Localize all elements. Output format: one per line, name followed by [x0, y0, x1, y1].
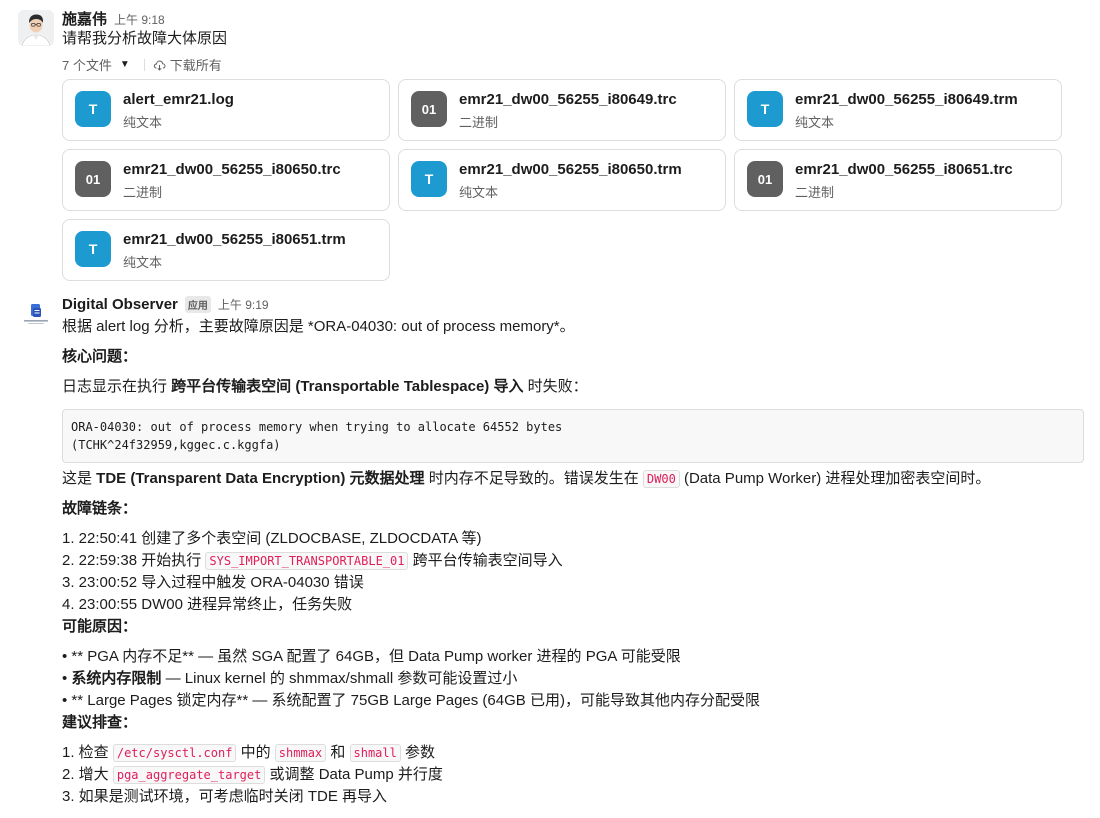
- bullet-item: • 系统内存限制 — Linux kernel 的 shmmax/shmall …: [62, 668, 517, 690]
- file-card[interactable]: 01 emr21_dw00_56255_i80650.trc 二进制: [62, 149, 390, 211]
- list-item: 4. 23:00:55 DW00 进程异常终止，任务失败: [62, 596, 353, 613]
- message-text: 请帮我分析故障大体原因: [62, 30, 228, 47]
- text-span: 或调整 Data Pump 并行度: [265, 766, 443, 783]
- intro-text: 根据 alert log 分析，主要故障原因是 *ORA-04030: out …: [62, 318, 575, 335]
- inline-code: shmall: [349, 744, 401, 762]
- download-all-link[interactable]: 下载所有: [170, 55, 222, 74]
- list-item: 2. 增大 pga_aggregate_target 或调整 Data Pump…: [62, 764, 443, 786]
- text-span: 跨平台传输表空间导入: [408, 552, 563, 569]
- text-file-icon: T: [747, 91, 783, 127]
- heading-failure-chain: 故障链条：: [62, 500, 138, 517]
- caret-down-icon[interactable]: ▼: [120, 59, 130, 70]
- file-type: 纯文本: [123, 255, 163, 270]
- text-span: 1. 检查: [62, 744, 113, 761]
- timestamp[interactable]: 上午 9:19: [218, 296, 269, 313]
- binary-file-icon: 01: [411, 91, 447, 127]
- text-span: — Linux kernel 的 shmmax/shmall 参数可能设置过小: [161, 670, 518, 687]
- files-count[interactable]: 7 个文件: [62, 55, 112, 74]
- app-avatar[interactable]: [18, 298, 54, 334]
- text-span: 2. 增大: [62, 766, 113, 783]
- file-card[interactable]: T emr21_dw00_56255_i80649.trm 纯文本: [734, 79, 1062, 141]
- heading-possible-causes: 可能原因：: [62, 618, 138, 635]
- file-card[interactable]: 01 emr21_dw00_56255_i80651.trc 二进制: [734, 149, 1062, 211]
- list-item: 3. 23:00:52 导入过程中触发 ORA-04030 错误: [62, 574, 364, 591]
- user-avatar[interactable]: [18, 10, 54, 46]
- file-name: emr21_dw00_56255_i80651.trm: [123, 231, 346, 248]
- text-span: 时内存不足导致的。错误发生在: [424, 470, 643, 487]
- app-badge: 应用: [184, 296, 211, 313]
- inline-code: SYS_IMPORT_TRANSPORTABLE_01: [205, 552, 409, 570]
- file-name: emr21_dw00_56255_i80651.trc: [795, 161, 1013, 178]
- inline-code: DW00: [642, 470, 680, 488]
- bold-span: TDE (Transparent Data Encryption) 元数据处理: [96, 470, 425, 487]
- files-toolbar: 7 个文件 ▼ 下载所有: [62, 55, 222, 74]
- list-item: 1. 检查 /etc/sysctl.conf 中的 shmmax 和 shmal…: [62, 742, 435, 764]
- file-type: 二进制: [123, 185, 163, 200]
- bullet-item: • ** Large Pages 锁定内存** — 系统配置了 75GB Lar…: [62, 692, 760, 709]
- text-file-icon: T: [411, 161, 447, 197]
- code-line: (TCHK^24f32959,kggec.c.kggfa): [71, 438, 281, 452]
- binary-file-icon: 01: [75, 161, 111, 197]
- code-block: ORA-04030: out of process memory when tr…: [62, 409, 1084, 463]
- binary-file-icon: 01: [747, 161, 783, 197]
- file-card[interactable]: T emr21_dw00_56255_i80651.trm 纯文本: [62, 219, 390, 281]
- file-name: alert_emr21.log: [123, 91, 234, 108]
- file-type: 二进制: [459, 115, 499, 130]
- bullet-item: • ** PGA 内存不足** — 虽然 SGA 配置了 64GB，但 Data…: [62, 648, 681, 665]
- heading-core-issue: 核心问题：: [62, 348, 138, 365]
- text-span: 日志显示在执行: [62, 378, 172, 395]
- file-type: 纯文本: [459, 185, 499, 200]
- inline-code: shmmax: [274, 744, 327, 762]
- bold-span: 系统内存限制: [71, 670, 162, 687]
- text-span: 这是: [62, 470, 97, 487]
- file-type: 二进制: [795, 185, 835, 200]
- list-item: 2. 22:59:38 开始执行 SYS_IMPORT_TRANSPORTABL…: [62, 550, 563, 572]
- text-file-icon: T: [75, 231, 111, 267]
- cloud-download-icon[interactable]: [153, 59, 166, 71]
- bold-span: 跨平台传输表空间 (Transportable Tablespace) 导入: [171, 378, 524, 395]
- timestamp[interactable]: 上午 9:18: [114, 11, 165, 28]
- sender-name[interactable]: Digital Observer: [62, 296, 178, 313]
- heading-suggested-checks: 建议排查：: [62, 714, 138, 731]
- file-card[interactable]: T alert_emr21.log 纯文本: [62, 79, 390, 141]
- text-span: •: [62, 670, 72, 687]
- text-span: 和: [326, 744, 350, 761]
- text-span: 时失败：: [523, 378, 588, 395]
- text-file-icon: T: [75, 91, 111, 127]
- list-item: 1. 22:50:41 创建了多个表空间 (ZLDOCBASE, ZLDOCDA…: [62, 530, 482, 547]
- list-item: 3. 如果是测试环境，可考虑临时关闭 TDE 再导入: [62, 788, 388, 805]
- sender-name[interactable]: 施嘉伟: [62, 8, 107, 29]
- text-span: 参数: [400, 744, 436, 761]
- text-span: 2. 22:59:38 开始执行: [62, 552, 206, 569]
- inline-code: pga_aggregate_target: [112, 766, 266, 784]
- file-name: emr21_dw00_56255_i80649.trc: [459, 91, 677, 108]
- inline-code: /etc/sysctl.conf: [112, 744, 237, 762]
- core-issue-text: 日志显示在执行 跨平台传输表空间 (Transportable Tablespa…: [62, 376, 588, 398]
- tde-text: 这是 TDE (Transparent Data Encryption) 元数据…: [62, 468, 990, 490]
- text-span: (Data Pump Worker) 进程处理加密表空间时。: [679, 470, 991, 487]
- file-type: 纯文本: [123, 115, 163, 130]
- code-line: ORA-04030: out of process memory when tr…: [71, 420, 563, 434]
- file-name: emr21_dw00_56255_i80650.trc: [123, 161, 341, 178]
- file-type: 纯文本: [795, 115, 835, 130]
- file-card[interactable]: T emr21_dw00_56255_i80650.trm 纯文本: [398, 149, 726, 211]
- text-span: 中的: [236, 744, 275, 761]
- divider: [143, 58, 145, 71]
- file-card[interactable]: 01 emr21_dw00_56255_i80649.trc 二进制: [398, 79, 726, 141]
- file-name: emr21_dw00_56255_i80650.trm: [459, 161, 682, 178]
- file-name: emr21_dw00_56255_i80649.trm: [795, 91, 1018, 108]
